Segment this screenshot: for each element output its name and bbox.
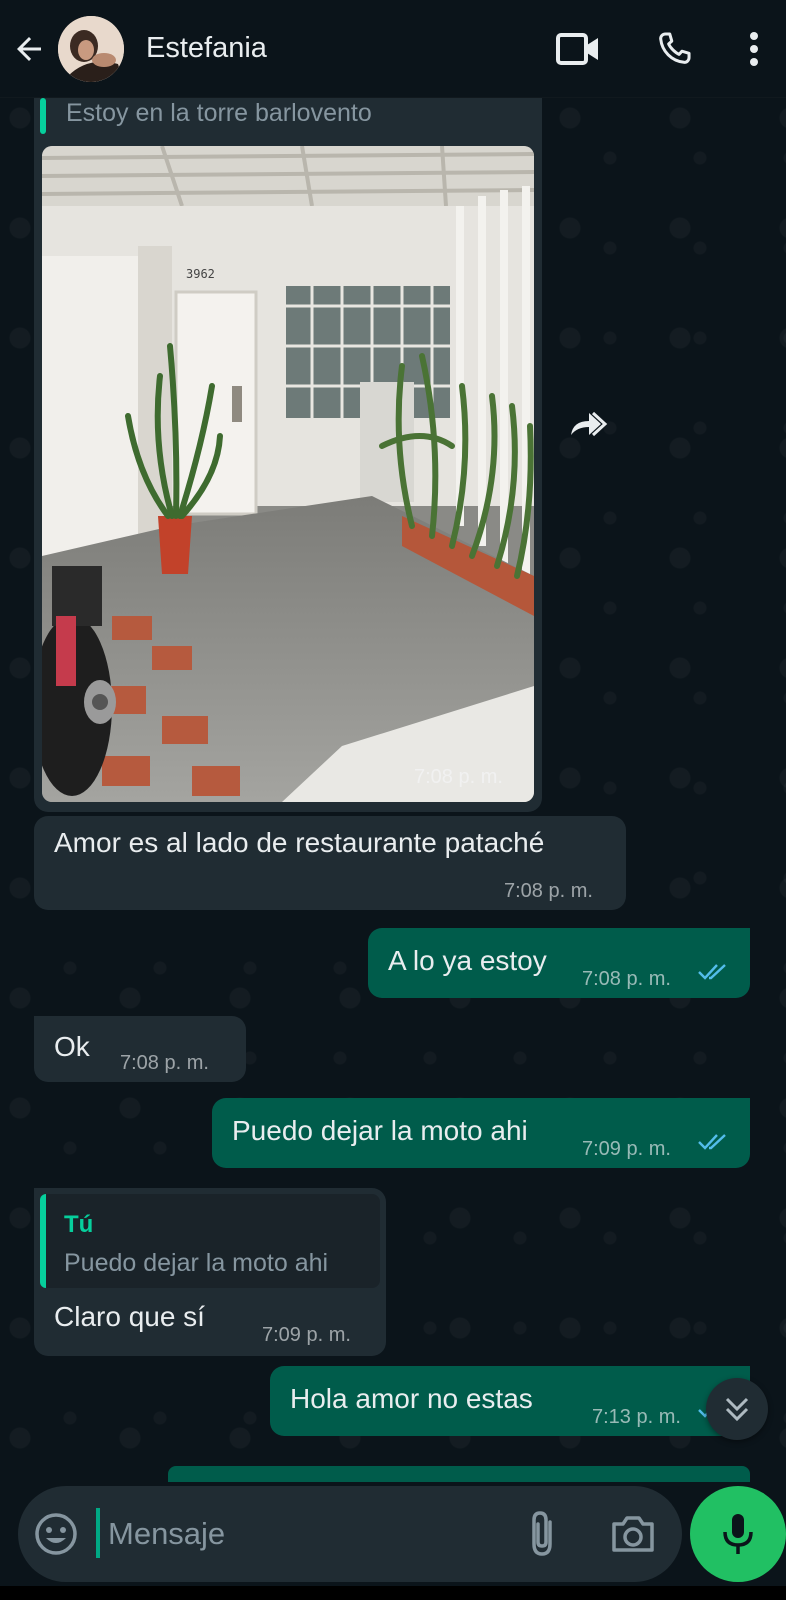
reply-quote[interactable]: Tú Puedo dejar la moto ahi bbox=[40, 1194, 380, 1288]
message-bubble-incoming[interactable]: Amor es al lado de restaurante pataché 7… bbox=[34, 816, 626, 910]
emoji-icon bbox=[35, 1513, 77, 1555]
forward-icon bbox=[571, 411, 608, 437]
back-button[interactable] bbox=[0, 0, 58, 98]
chat-header: Estefania bbox=[0, 0, 786, 98]
phone-icon bbox=[659, 32, 691, 64]
message-time: 7:08 p. m. bbox=[504, 880, 593, 902]
photo-content: 3962 bbox=[42, 146, 534, 802]
quote-bar bbox=[40, 98, 46, 134]
message-bubble-outgoing[interactable]: Puedo dejar la moto ahi 7:09 p. m. bbox=[212, 1098, 750, 1168]
camera-button[interactable] bbox=[608, 1508, 658, 1560]
avatar[interactable] bbox=[58, 15, 124, 82]
message-text: Amor es al lado de restaurante pataché bbox=[54, 827, 545, 858]
attach-button[interactable] bbox=[520, 1508, 568, 1560]
voice-record-button[interactable] bbox=[690, 1486, 786, 1582]
message-composer bbox=[18, 1486, 682, 1582]
message-text: Claro que sí bbox=[54, 1301, 205, 1332]
message-time: 7:08 p. m. bbox=[120, 1052, 209, 1074]
system-nav-strip bbox=[0, 1586, 786, 1600]
camera-icon bbox=[612, 1516, 654, 1552]
read-ticks-icon bbox=[698, 964, 726, 980]
video-call-button[interactable] bbox=[530, 0, 626, 98]
house-number: 3962 bbox=[186, 267, 215, 281]
microphone-icon bbox=[723, 1514, 753, 1554]
contact-name[interactable]: Estefania bbox=[146, 32, 267, 65]
message-bubble-incoming-reply[interactable]: Tú Puedo dejar la moto ahi Claro que sí … bbox=[34, 1188, 386, 1356]
emoji-button[interactable] bbox=[32, 1510, 80, 1558]
message-input[interactable] bbox=[108, 1506, 488, 1562]
message-time: 7:09 p. m. bbox=[582, 1138, 671, 1160]
header-actions bbox=[530, 0, 786, 98]
video-camera-icon bbox=[556, 33, 598, 65]
read-ticks-icon bbox=[698, 1134, 726, 1150]
message-text: A lo ya estoy bbox=[388, 945, 547, 976]
message-bubble-incoming[interactable]: Ok 7:08 p. m. bbox=[34, 1016, 246, 1082]
more-options-button[interactable] bbox=[722, 0, 786, 98]
forward-button[interactable] bbox=[564, 400, 612, 448]
shared-photo[interactable]: 3962 bbox=[42, 146, 534, 802]
chevron-double-down-icon bbox=[725, 1397, 749, 1422]
message-bubble-outgoing[interactable]: Hola amor no estas 7:13 p. m. bbox=[270, 1366, 750, 1436]
message-text: Hola amor no estas bbox=[290, 1383, 533, 1414]
message-bubble-partial bbox=[168, 1466, 750, 1482]
quoted-text: Estoy en la torre barlovento bbox=[66, 99, 372, 127]
reply-text: Puedo dejar la moto ahi bbox=[64, 1249, 329, 1277]
message-time: 7:13 p. m. bbox=[592, 1406, 681, 1428]
avatar-photo bbox=[58, 15, 124, 82]
message-time: 7:08 p. m. bbox=[414, 766, 503, 788]
paperclip-icon bbox=[532, 1511, 552, 1556]
more-vertical-icon bbox=[750, 32, 758, 66]
message-bubble-outgoing[interactable]: A lo ya estoy 7:08 p. m. bbox=[368, 928, 750, 998]
reply-author: Tú bbox=[64, 1211, 94, 1238]
message-text: Puedo dejar la moto ahi bbox=[232, 1115, 528, 1146]
message-time: 7:09 p. m. bbox=[262, 1324, 351, 1346]
message-time: 7:08 p. m. bbox=[582, 968, 671, 990]
voice-call-button[interactable] bbox=[626, 0, 722, 98]
scroll-to-bottom-button[interactable] bbox=[706, 1378, 768, 1440]
quote-bar bbox=[40, 1194, 46, 1288]
arrow-left-icon bbox=[17, 36, 41, 61]
text-caret bbox=[96, 1508, 100, 1558]
message-text: Ok bbox=[54, 1031, 90, 1062]
